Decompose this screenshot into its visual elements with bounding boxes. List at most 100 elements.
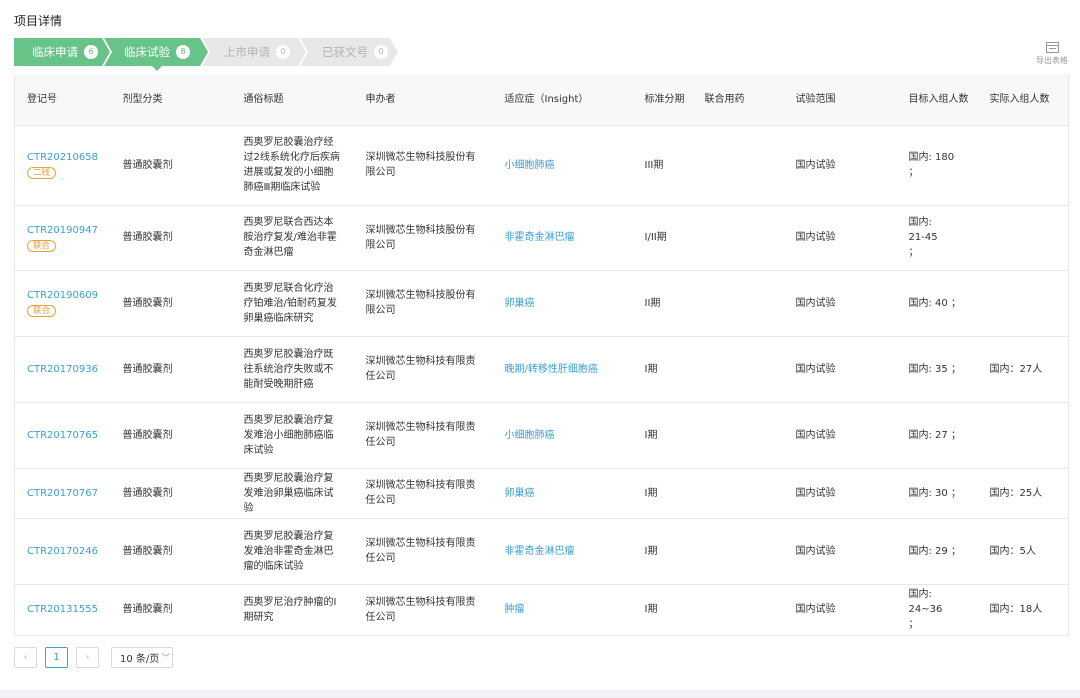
col-actual: 实际入组人数 xyxy=(977,74,1069,126)
chevron-down-icon: ﹀ xyxy=(161,654,171,664)
target-cell: 国内: 24~36 ； xyxy=(896,584,978,636)
actual-cell: 国内：25人 xyxy=(977,468,1069,519)
phase-cell: I期 xyxy=(632,402,693,469)
dosage-form-cell: 普通胶囊剂 xyxy=(110,468,232,519)
title-cell: 西奥罗尼胶囊治疗复发难治非霍奇金淋巴瘤的临床试验 xyxy=(231,518,354,585)
col-indication: 适应症（Insight） xyxy=(492,74,633,126)
page-size-select[interactable]: 10 条/页 ﹀ xyxy=(111,647,173,668)
reg-no-link[interactable]: CTR20131555 xyxy=(27,602,111,617)
reg-no-cell: CTR20190947 联合 xyxy=(14,205,111,271)
prev-page-button[interactable]: ‹ xyxy=(14,647,37,668)
indication-link[interactable]: 晚期/转移性肝细胞癌 xyxy=(505,364,598,375)
actual-cell xyxy=(977,205,1069,271)
table-row: CTR20170936 普通胶囊剂 西奥罗尼胶囊治疗既往系统治疗失败或不能耐受晚… xyxy=(14,336,1069,403)
col-reg-no: 登记号 xyxy=(14,74,111,126)
table-row: CTR20190609 联合 普通胶囊剂 西奥罗尼联合化疗治疗铂难治/铂耐药复发… xyxy=(14,270,1069,337)
reg-no-link[interactable]: CTR20170767 xyxy=(27,486,111,501)
tab-label: 临床试验 xyxy=(124,45,170,59)
project-detail-card: 项目详情 临床申请 6 临床试验 8 上市申请 0 已获文号 0 导出表格 登记… xyxy=(0,0,1080,690)
col-dosage-form: 剂型分类 xyxy=(110,74,232,126)
col-target: 目标入组人数 xyxy=(896,74,978,126)
scope-cell: 国内试验 xyxy=(783,584,897,636)
page-title: 项目详情 xyxy=(14,14,63,28)
page-1-button[interactable]: 1 xyxy=(45,647,68,668)
reg-no-link[interactable]: CTR20170936 xyxy=(27,362,111,377)
tab-clinical-application[interactable]: 临床申请 6 xyxy=(14,38,110,66)
indication-link[interactable]: 肿瘤 xyxy=(505,604,525,615)
title-cell: 西奥罗尼联合西达本胺治疗复发/难治非霍奇金淋巴瘤 xyxy=(231,205,354,271)
phase-cell: III期 xyxy=(632,125,693,206)
col-scope: 试验范围 xyxy=(783,74,897,126)
indication-link[interactable]: 非霍奇金淋巴瘤 xyxy=(505,232,575,243)
scope-cell: 国内试验 xyxy=(783,402,897,469)
target-cell: 国内: 27 ； xyxy=(896,402,978,469)
count-badge: 8 xyxy=(176,45,190,59)
indication-link[interactable]: 卵巢癌 xyxy=(505,298,535,309)
scope-cell: 国内试验 xyxy=(783,518,897,585)
col-combo: 联合用药 xyxy=(692,74,784,126)
target-cell: 国内: 29 ； xyxy=(896,518,978,585)
phase-cell: I期 xyxy=(632,468,693,519)
actual-cell xyxy=(977,125,1069,206)
combo-tag: 联合 xyxy=(27,305,57,317)
indication-link[interactable]: 小细胞肺癌 xyxy=(505,160,555,171)
scope-cell: 国内试验 xyxy=(783,270,897,337)
sponsor-cell: 深圳微芯生物科技股份有限公司 xyxy=(353,205,493,271)
reg-no-link[interactable]: CTR20190609 xyxy=(27,288,111,303)
tab-label: 临床申请 xyxy=(32,45,78,59)
active-step-pointer xyxy=(152,66,162,71)
scope-cell: 国内试验 xyxy=(783,205,897,271)
tab-market-application[interactable]: 上市申请 0 xyxy=(202,38,306,66)
col-sponsor: 申办者 xyxy=(353,74,493,126)
dosage-form-cell: 普通胶囊剂 xyxy=(110,270,232,337)
actual-cell xyxy=(977,402,1069,469)
reg-no-link[interactable]: CTR20170765 xyxy=(27,428,111,443)
actual-cell: 国内：5人 xyxy=(977,518,1069,585)
indication-cell: 卵巢癌 xyxy=(492,468,633,519)
sponsor-cell: 深圳微芯生物科技有限责任公司 xyxy=(353,402,493,469)
table-row: CTR20170246 普通胶囊剂 西奥罗尼胶囊治疗复发难治非霍奇金淋巴瘤的临床… xyxy=(14,518,1069,585)
combo-cell xyxy=(692,205,784,271)
indication-cell: 非霍奇金淋巴瘤 xyxy=(492,518,633,585)
tab-clinical-trial[interactable]: 临床试验 8 xyxy=(104,38,208,66)
indication-cell: 卵巢癌 xyxy=(492,270,633,337)
stage-steps: 临床申请 6 临床试验 8 上市申请 0 已获文号 0 xyxy=(14,38,398,66)
reg-no-link[interactable]: CTR20190947 xyxy=(27,223,111,238)
reg-no-cell: CTR20210658 二线 xyxy=(14,125,111,206)
sponsor-cell: 深圳微芯生物科技有限责任公司 xyxy=(353,468,493,519)
col-phase: 标准分期 xyxy=(632,74,693,126)
reg-no-cell: CTR20170246 xyxy=(14,518,111,585)
reg-no-link[interactable]: CTR20170246 xyxy=(27,544,111,559)
next-page-button[interactable]: › xyxy=(76,647,99,668)
table-row: CTR20170765 普通胶囊剂 西奥罗尼胶囊治疗复发难治小细胞肺癌临床试验 … xyxy=(14,402,1069,469)
sponsor-cell: 深圳微芯生物科技有限责任公司 xyxy=(353,518,493,585)
export-table-button[interactable]: 导出表格 xyxy=(1034,42,1070,66)
pagination: ‹ 1 › 10 条/页 ﹀ xyxy=(14,647,173,668)
indication-link[interactable]: 卵巢癌 xyxy=(505,488,535,499)
combo-cell xyxy=(692,468,784,519)
reg-no-cell: CTR20131555 xyxy=(14,584,111,636)
table-row: CTR20170767 普通胶囊剂 西奥罗尼胶囊治疗复发难治卵巢癌临床试验 深圳… xyxy=(14,468,1069,519)
combo-cell xyxy=(692,125,784,206)
table-row: CTR20131555 普通胶囊剂 西奥罗尼治疗肿瘤的I期研究 深圳微芯生物科技… xyxy=(14,584,1069,636)
target-cell: 国内: 35 ； xyxy=(896,336,978,403)
title-cell: 西奥罗尼胶囊治疗复发难治小细胞肺癌临床试验 xyxy=(231,402,354,469)
line-tag: 二线 xyxy=(27,167,57,179)
actual-cell xyxy=(977,270,1069,337)
dosage-form-cell: 普通胶囊剂 xyxy=(110,336,232,403)
indication-link[interactable]: 小细胞肺癌 xyxy=(505,430,555,441)
target-cell: 国内: 30 ； xyxy=(896,468,978,519)
tab-label: 已获文号 xyxy=(322,45,368,59)
count-badge: 0 xyxy=(276,45,290,59)
reg-no-link[interactable]: CTR20210658 xyxy=(27,150,111,165)
table-header-row: 登记号 剂型分类 通俗标题 申办者 适应症（Insight） 标准分期 联合用药… xyxy=(14,74,1069,126)
target-cell: 国内: 21-45 ； xyxy=(896,205,978,271)
indication-link[interactable]: 非霍奇金淋巴瘤 xyxy=(505,546,575,557)
indication-cell: 肿瘤 xyxy=(492,584,633,636)
sponsor-cell: 深圳微芯生物科技有限责任公司 xyxy=(353,584,493,636)
tab-approved[interactable]: 已获文号 0 xyxy=(300,38,398,66)
phase-cell: II期 xyxy=(632,270,693,337)
trials-table: 登记号 剂型分类 通俗标题 申办者 适应症（Insight） 标准分期 联合用药… xyxy=(14,74,1069,636)
target-cell: 国内: 40 ； xyxy=(896,270,978,337)
reg-no-cell: CTR20190609 联合 xyxy=(14,270,111,337)
